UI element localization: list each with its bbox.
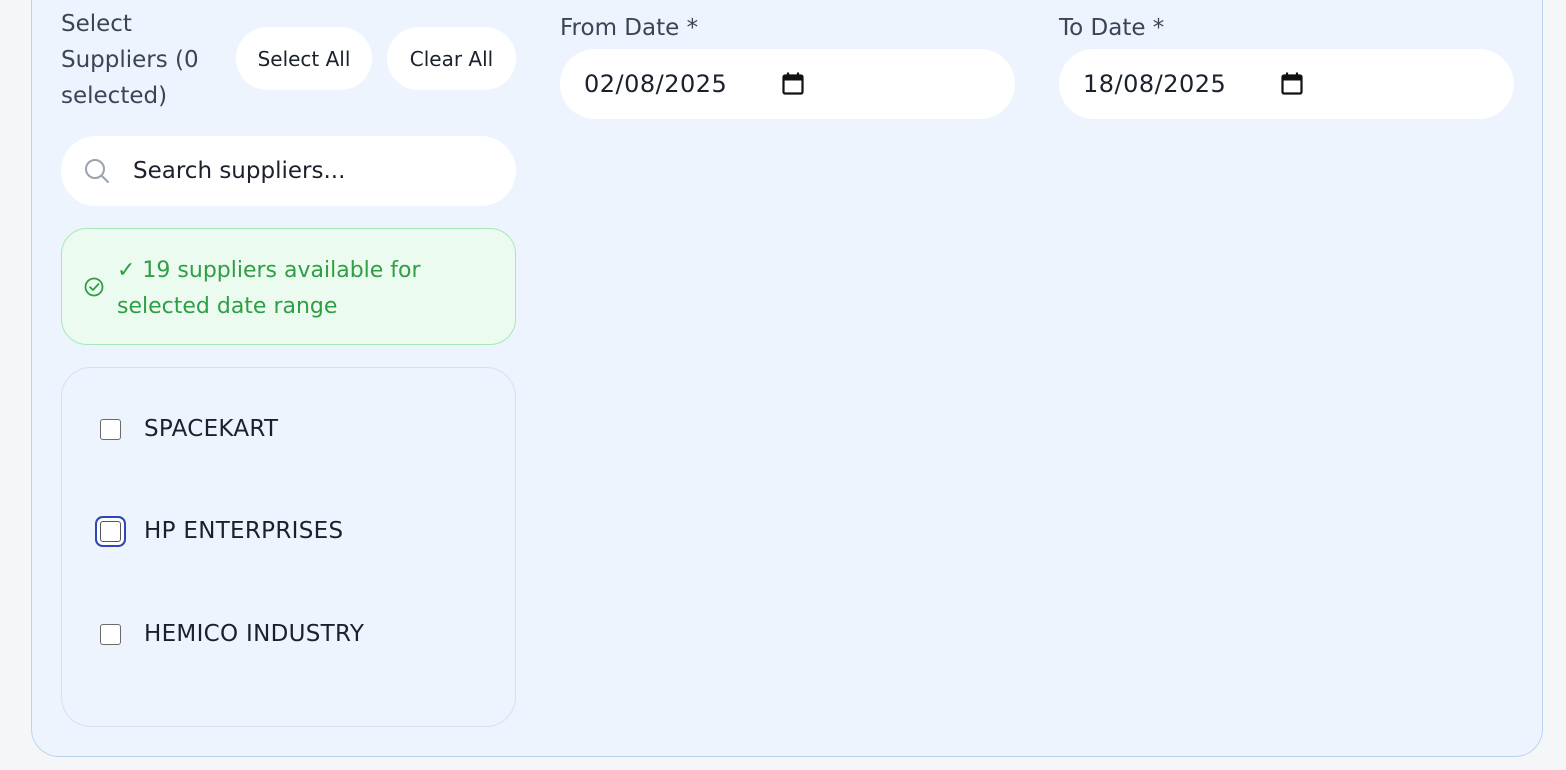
supplier-item-hp-enterprises[interactable]: HP ENTERPRISES — [62, 501, 517, 561]
supplier-search-input[interactable] — [133, 136, 503, 206]
supplier-search-box[interactable] — [61, 136, 516, 206]
clear-all-button[interactable]: Clear All — [387, 27, 516, 90]
supplier-select-title: Select Suppliers (0 selected) — [61, 11, 199, 109]
check-circle-icon — [84, 277, 104, 297]
to-date-group: To Date * 18/08/2025 — [1059, 10, 1514, 119]
supplier-item-hemico-industry[interactable]: HEMICO INDUSTRY — [62, 604, 517, 664]
supplier-availability-text: ✓ 19 suppliers available for selected da… — [117, 258, 421, 319]
supplier-label: SPACEKART — [144, 416, 279, 442]
to-date-value: 18/08/2025 — [1083, 70, 1227, 98]
from-date-group: From Date * 02/08/2025 — [560, 10, 1015, 119]
supplier-list: SPACEKART HP ENTERPRISES HEMICO INDUSTRY — [61, 367, 516, 727]
calendar-icon[interactable] — [782, 72, 804, 96]
supplier-availability-status: ✓ 19 suppliers available for selected da… — [61, 228, 516, 345]
supplier-checkbox[interactable] — [100, 520, 121, 542]
from-date-label: From Date * — [560, 15, 699, 41]
supplier-header: Select Suppliers (0 selected) Select All… — [61, 6, 516, 116]
to-date-input[interactable]: 18/08/2025 — [1059, 49, 1514, 119]
calendar-icon[interactable] — [1281, 72, 1303, 96]
supplier-label: HEMICO INDUSTRY — [144, 621, 365, 647]
supplier-item-spacekart[interactable]: SPACEKART — [62, 399, 517, 459]
select-all-button[interactable]: Select All — [236, 27, 372, 90]
from-date-value: 02/08/2025 — [584, 70, 728, 98]
from-date-input[interactable]: 02/08/2025 — [560, 49, 1015, 119]
supplier-checkbox[interactable] — [100, 418, 121, 440]
supplier-label: HP ENTERPRISES — [144, 518, 344, 544]
to-date-label: To Date * — [1059, 15, 1165, 41]
search-icon — [85, 159, 109, 183]
supplier-checkbox[interactable] — [100, 623, 121, 645]
